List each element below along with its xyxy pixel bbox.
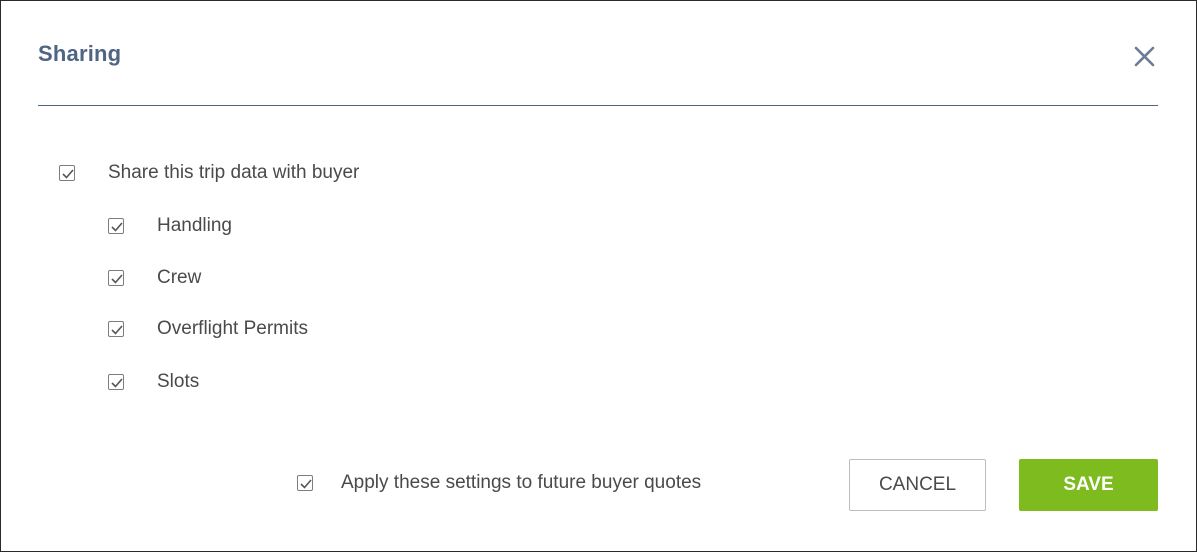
crew-checkbox[interactable] <box>108 270 124 286</box>
check-icon <box>111 222 123 232</box>
apply-future-checkbox[interactable] <box>297 475 313 491</box>
share-item-crew: Crew <box>108 266 201 290</box>
handling-label: Handling <box>157 215 232 236</box>
check-icon <box>111 378 123 388</box>
slots-checkbox[interactable] <box>108 374 124 390</box>
overflight-permits-label: Overflight Permits <box>157 318 308 339</box>
sharing-dialog: Sharing Share this trip data with buyer … <box>0 0 1197 552</box>
apply-future-row: Apply these settings to future buyer quo… <box>297 471 701 495</box>
title-divider <box>38 105 1158 106</box>
share-trip-label: Share this trip data with buyer <box>108 162 360 183</box>
overflight-permits-checkbox[interactable] <box>108 321 124 337</box>
share-trip-row: Share this trip data with buyer <box>59 161 359 185</box>
handling-checkbox[interactable] <box>108 218 124 234</box>
share-trip-checkbox[interactable] <box>59 165 75 181</box>
check-icon <box>300 479 312 489</box>
apply-future-label: Apply these settings to future buyer quo… <box>341 472 702 493</box>
save-button[interactable]: SAVE <box>1019 459 1158 511</box>
slots-label: Slots <box>157 371 200 392</box>
share-item-overflight-permits: Overflight Permits <box>108 317 308 341</box>
cancel-button[interactable]: CANCEL <box>849 459 986 511</box>
crew-label: Crew <box>157 267 202 288</box>
check-icon <box>111 274 123 284</box>
share-item-handling: Handling <box>108 214 232 238</box>
check-icon <box>62 169 74 179</box>
dialog-title: Sharing <box>38 41 122 66</box>
check-icon <box>111 325 123 335</box>
close-icon[interactable] <box>1132 44 1158 70</box>
share-item-slots: Slots <box>108 370 199 394</box>
